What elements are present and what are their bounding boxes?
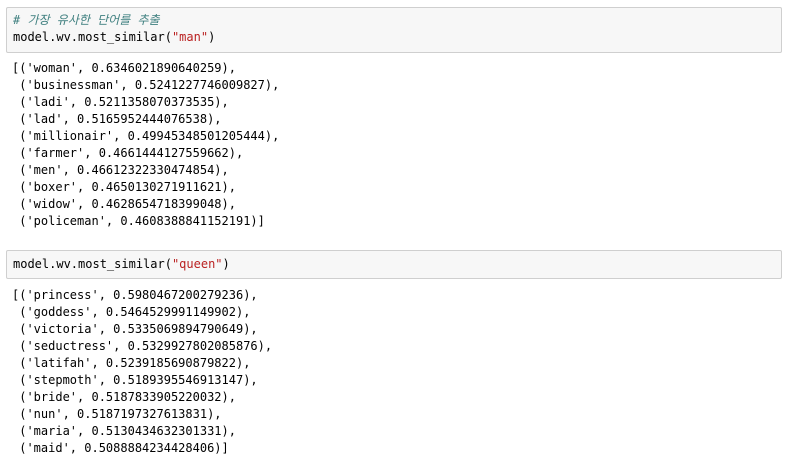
code-cell-1-output: [('woman', 0.6346021890640259), ('busine… [12,60,279,230]
output-line: ('goddess', 0.5464529991149902), [12,305,251,319]
output-line: ('latifah', 0.5239185690879822), [12,356,251,370]
output-line: ('seductress', 0.5329927802085876), [12,339,273,353]
output-line: ('stepmoth', 0.5189395546913147), [12,373,258,387]
output-line: ('victoria', 0.5335069894790649), [12,322,258,336]
output-line: ('boxer', 0.4650130271911621), [12,180,236,194]
code-line: model.wv.most_similar("queen") [13,256,230,273]
output-line: ('millionair', 0.49945348501205444), [12,129,280,143]
output-line: [('woman', 0.6346021890640259), [12,61,236,75]
code-closing-paren: ) [208,30,216,44]
output-line: ('ladi', 0.5211358070373535), [12,95,229,109]
code-string-argument: "man" [171,30,209,44]
output-line: ('men', 0.46612322330474854), [12,163,229,177]
output-line: ('bride', 0.5187833905220032), [12,390,236,404]
output-line: ('maid', 0.5088884234428406)] [12,441,229,455]
code-function-call: model.wv.most_similar( [13,30,172,44]
code-cell-2-input[interactable]: model.wv.most_similar("queen") [6,250,782,279]
code-comment: # 가장 유사한 단어를 추출 [13,13,160,27]
code-cell-1-input[interactable]: # 가장 유사한 단어를 추출 model.wv.most_similar("m… [6,7,782,53]
output-line: ('nun', 0.5187197327613831), [12,407,222,421]
output-line: ('policeman', 0.4608388841152191)] [12,214,265,228]
output-line: ('lad', 0.5165952444076538), [12,112,222,126]
code-closing-paren: ) [222,257,230,271]
output-line: ('businessman', 0.5241227746009827), [12,78,280,92]
code-string-argument: "queen" [171,257,223,271]
output-line: ('maria', 0.5130434632301331), [12,424,236,438]
output-line: ('farmer', 0.4661444127559662), [12,146,244,160]
output-line: ('widow', 0.4628654718399048), [12,197,236,211]
code-line: model.wv.most_similar("man") [13,29,215,46]
code-cell-2-output: [('princess', 0.5980467200279236), ('god… [12,287,272,457]
code-function-call: model.wv.most_similar( [13,257,172,271]
output-line: [('princess', 0.5980467200279236), [12,288,258,302]
